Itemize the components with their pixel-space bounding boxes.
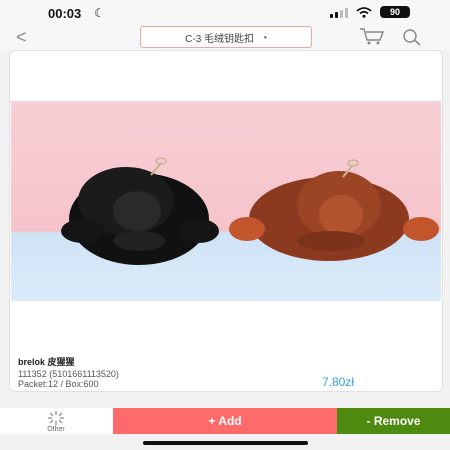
status-bar: 00:03 ☾ 90 (0, 0, 450, 26)
chevron-left-icon[interactable]: < (16, 28, 27, 46)
product-name: brelok 皮猩猩 (18, 357, 75, 367)
battery-indicator: 90 (380, 6, 410, 18)
product-card[interactable]: brelok 皮猩猩 111352 (5101661113520) Packet… (9, 50, 443, 392)
other-button[interactable]: Other (0, 408, 112, 434)
category-select-value: C-3 毛绒钥匙扣 (185, 33, 255, 45)
product-price: 7.80zł (322, 375, 355, 389)
other-label: Other (47, 426, 65, 433)
category-select[interactable]: C-3 毛绒钥匙扣 • (140, 26, 312, 48)
status-indicators: 90 (330, 6, 410, 18)
remove-button[interactable]: - Remove (337, 408, 450, 434)
cart-icon[interactable] (358, 26, 386, 46)
home-indicator[interactable] (143, 441, 308, 445)
add-button[interactable]: + Add (113, 408, 337, 434)
search-icon[interactable] (400, 27, 424, 47)
product-code: 111352 (5101661113520) (18, 369, 119, 379)
product-image (11, 101, 441, 301)
product-packet: Packet:12 / Box:600 (18, 379, 99, 389)
sparkle-icon (48, 411, 64, 425)
chevron-down-icon: • (264, 32, 267, 42)
bottom-action-bar: Other + Add - Remove (0, 408, 450, 434)
top-nav-bar: < C-3 毛绒钥匙扣 • (0, 26, 450, 50)
signal-icon (330, 7, 348, 18)
battery-level: 90 (389, 7, 400, 17)
status-time: 00:03 (48, 6, 82, 21)
wifi-icon (356, 6, 372, 18)
moon-icon: ☾ (94, 6, 105, 20)
